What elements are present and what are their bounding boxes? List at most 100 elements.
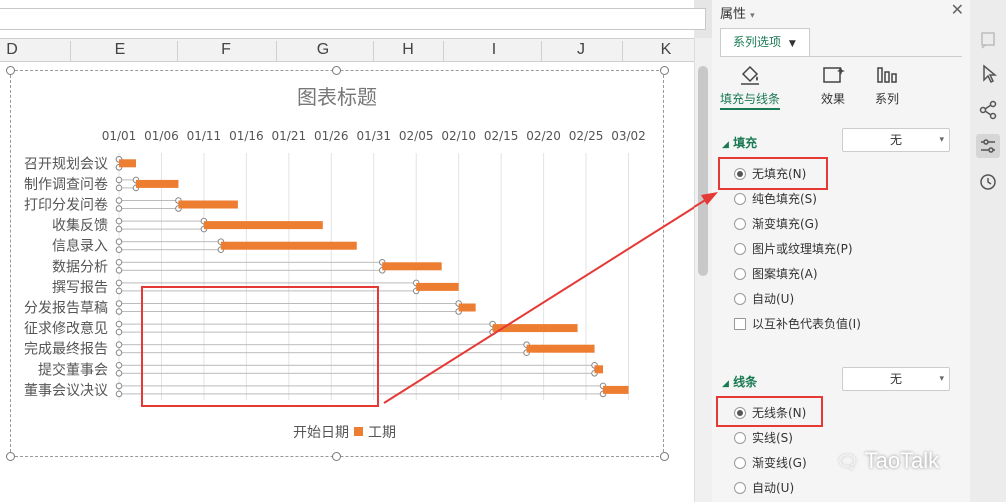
selection-handle[interactable] [115,217,123,225]
start-date-bar[interactable] [118,323,494,333]
duration-bar[interactable] [119,159,136,168]
history-icon[interactable] [976,170,1000,194]
line-section-header[interactable]: ◢ 线条 [722,373,757,390]
selection-handle[interactable] [115,184,123,192]
start-date-bar[interactable] [118,200,179,209]
radio-solid-fill[interactable]: 纯色填充(S) [734,190,817,208]
tab-series-options[interactable]: 系列选项 ▼ [720,28,810,56]
fill-section-header[interactable]: ◢ 填充 [722,134,757,151]
selection-handle[interactable] [115,370,123,377]
x-tick-label: 01/26 [314,129,349,143]
category-label[interactable]: 制作调查问卷 [24,177,108,193]
selection-handle[interactable] [115,279,123,287]
radio-icon [734,293,746,305]
radio-pattern-fill[interactable]: 图案填充(A) [734,265,818,283]
annotation-highlight-box [141,286,379,407]
gantt-chart: 图表标题 01/01 01/06 01/11 01/16 01/21 01/26 01/31… [24,85,699,441]
start-date-bar[interactable] [118,364,596,374]
pointer-select-icon[interactable] [976,62,1000,86]
radio-pattern-fill-label: 图案填充(A) [752,267,818,281]
close-icon[interactable]: ✕ [951,0,964,19]
category-label[interactable]: 撰写报告 [52,280,108,296]
radio-gradient-fill-label: 渐变填充(G) [752,217,819,231]
selection-handle[interactable] [115,320,123,328]
duration-bar[interactable] [603,385,629,394]
category-label[interactable]: 数据分析 [52,259,108,275]
shape-disabled-icon [976,28,1000,52]
selection-handle[interactable] [115,300,123,307]
selection-handle[interactable] [115,341,123,349]
category-label[interactable]: 信息录入 [52,238,108,255]
legend-label-start[interactable]: 开始日期 [293,425,349,441]
radio-auto-line[interactable]: 自动(U) [734,479,794,497]
selection-handle[interactable] [115,205,123,212]
x-tick-label: 02/15 [484,129,519,143]
category-label[interactable]: 打印分发问卷 [24,197,108,214]
category-label[interactable]: 收集反馈 [52,217,108,234]
radio-auto-fill[interactable]: 自动(U) [734,290,794,308]
line-type-dropdown[interactable]: 无 ▾ [842,367,950,391]
radio-gradient-line[interactable]: 渐变线(G) [734,454,807,472]
chart-title[interactable]: 图表标题 [297,85,377,109]
selection-handle[interactable] [115,382,123,390]
radio-icon [734,482,746,494]
fill-type-value: 无 [889,133,902,147]
legend-label-duration[interactable]: 工期 [368,425,396,441]
duration-bar[interactable] [416,282,459,291]
category-label[interactable]: 董事会议决议 [24,383,108,399]
radio-icon [734,268,746,280]
tab-effects[interactable]: 效果 [808,64,858,107]
radio-gradient-fill[interactable]: 渐变填充(G) [734,215,819,233]
tab-fill-and-line[interactable]: 填充与线条 [720,64,780,107]
selection-handle[interactable] [115,267,123,274]
category-label[interactable]: 征求修改意见 [24,320,108,337]
selection-handle[interactable] [115,197,123,204]
subtab-bar: 填充与线条 效果 系列 [720,58,962,110]
radio-picture-fill[interactable]: 图片或纹理填充(P) [734,240,853,258]
selection-handle[interactable] [115,176,123,184]
selection-handle[interactable] [115,308,123,315]
radio-icon [734,243,746,255]
selection-handle[interactable] [115,246,123,253]
start-date-bar[interactable] [118,385,604,395]
x-tick-label: 02/25 [569,129,604,143]
duration-bar[interactable] [458,303,476,312]
x-tick-label: 03/02 [611,129,646,143]
duration-bar[interactable] [220,241,357,250]
duration-bar[interactable] [178,200,238,209]
duration-bar[interactable] [382,262,442,271]
selection-handle[interactable] [115,328,123,336]
tab-series[interactable]: 系列 [862,64,912,107]
share-icon[interactable] [976,98,1000,122]
chevron-down-icon[interactable]: ▾ [750,11,755,21]
paint-bucket-icon [741,65,759,85]
selection-handle[interactable] [115,362,123,369]
chevron-down-icon: ▾ [939,135,944,145]
selection-handle[interactable] [115,225,123,233]
scrollbar-thumb[interactable] [698,66,708,276]
invert-negative-checkbox[interactable]: 以互补色代表负值(I) [734,315,861,333]
fill-type-dropdown[interactable]: 无 ▾ [842,128,950,152]
properties-settings-icon[interactable] [976,134,1000,158]
selection-handle[interactable] [115,349,123,357]
selection-handle[interactable] [115,390,123,398]
fill-section-title: 填充 [733,136,758,150]
radio-solid-line[interactable]: 实线(S) [734,429,793,447]
selection-handle[interactable] [115,259,123,266]
start-date-bar[interactable] [118,241,222,251]
duration-bar[interactable] [594,365,604,374]
category-label[interactable]: 完成最终报告 [24,342,108,358]
panel-title[interactable]: 属性 ▾ [720,3,755,22]
category-label[interactable]: 分发报告草稿 [24,301,108,317]
vertical-scrollbar[interactable] [694,38,712,502]
category-label[interactable]: 召开规划会议 [24,156,108,172]
selection-handle[interactable] [115,287,123,295]
gridlines [118,153,630,401]
selection-handle[interactable] [115,238,123,245]
category-label[interactable]: 提交董事会 [38,361,108,378]
duration-bar[interactable] [203,221,323,230]
start-date-bar[interactable] [118,261,383,271]
duration-bar[interactable] [526,344,595,353]
duration-bar[interactable] [135,179,179,188]
bars[interactable] [115,156,629,398]
